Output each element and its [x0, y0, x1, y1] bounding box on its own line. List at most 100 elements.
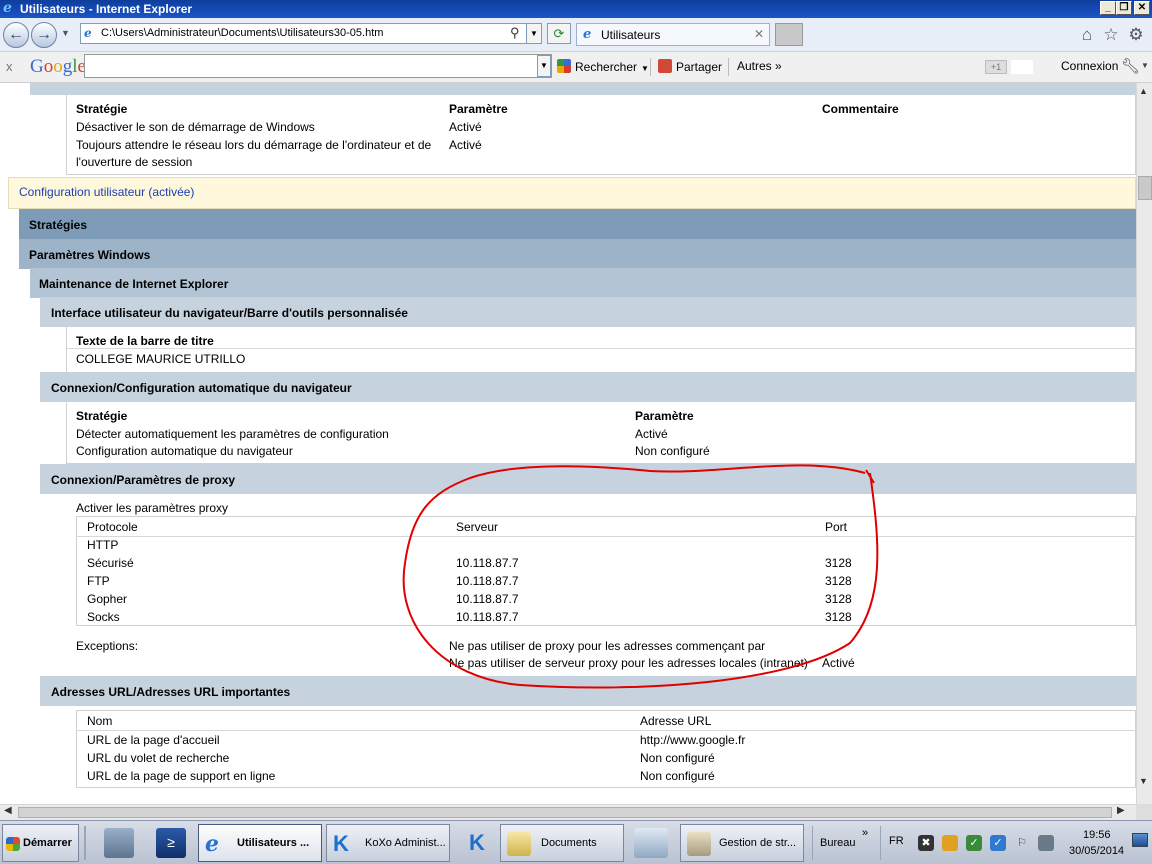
gear-icon[interactable]: ⚙: [1126, 25, 1146, 45]
scroll-up-icon[interactable]: ▲: [1139, 86, 1148, 96]
home-icon[interactable]: ⌂: [1077, 25, 1097, 45]
row-divider: [66, 348, 1136, 349]
row-divider: [76, 730, 1136, 731]
powershell-icon[interactable]: ≥: [156, 828, 186, 858]
connexion-button[interactable]: Connexion: [1061, 59, 1118, 73]
table-cell: 10.118.87.7: [456, 574, 519, 588]
back-icon[interactable]: ←: [3, 22, 29, 48]
titlebar-value: COLLEGE MAURICE UTRILLO: [76, 352, 246, 366]
table-cell: 3128: [825, 556, 852, 570]
history-dropdown-icon[interactable]: ▼: [61, 28, 70, 38]
display-tray-icon[interactable]: [1038, 835, 1054, 851]
maximize-button[interactable]: ❐: [1116, 1, 1132, 15]
plus-one-button[interactable]: +1: [985, 60, 1007, 74]
taskbar-koxo[interactable]: K KoXo Administ...: [326, 824, 450, 862]
table-cell: Activé: [449, 138, 482, 152]
notepad-icon[interactable]: [634, 828, 668, 858]
table-cell: URL du volet de recherche: [87, 751, 230, 765]
google-toolbar: x Google ▼ Rechercher ▼ Partager Autres »…: [0, 52, 1152, 83]
ie-maintenance-band[interactable]: Maintenance de Internet Explorer: [30, 268, 1136, 298]
ie-logo-icon: e: [3, 0, 12, 16]
tab-utilisateurs[interactable]: e Utilisateurs ✕: [576, 23, 770, 46]
clock-time[interactable]: 19:56: [1083, 829, 1111, 841]
taskbar-gestion[interactable]: Gestion de str...: [680, 824, 804, 862]
titlebar-table: [66, 327, 1136, 373]
table-cell: Détecter automatiquement les paramètres …: [76, 427, 389, 441]
proxy-band[interactable]: Connexion/Paramètres de proxy: [40, 464, 1136, 494]
search-icon[interactable]: ⚲: [510, 25, 520, 41]
table-cell: Sécurisé: [87, 556, 134, 570]
star-icon[interactable]: ☆: [1101, 25, 1121, 45]
table-cell: Désactiver le son de démarrage de Window…: [76, 120, 315, 134]
col-header-parametre: Paramètre: [449, 102, 508, 116]
ui-toolbar-band[interactable]: Interface utilisateur du navigateur/Barr…: [40, 297, 1136, 327]
table-cell: Activé: [449, 120, 482, 134]
bureau-toolbar[interactable]: Bureau: [820, 837, 855, 849]
google-search-dropdown-icon[interactable]: ▼: [537, 55, 551, 77]
vertical-scroll-thumb[interactable]: [1138, 176, 1152, 200]
col-header-strategie: Stratégie: [76, 409, 128, 423]
shield-tray-icon[interactable]: ✓: [966, 835, 982, 851]
col-header-commentaire: Commentaire: [822, 102, 899, 116]
show-desktop-icon[interactable]: [1132, 833, 1148, 847]
clock-date[interactable]: 30/05/2014: [1069, 845, 1124, 857]
bureau-chevron-icon[interactable]: »: [862, 827, 868, 839]
folder-icon: [507, 832, 531, 856]
col-header-strategie: Stratégie: [76, 102, 128, 116]
koxo-tool-icon[interactable]: K: [462, 828, 492, 858]
col-header-port: Port: [825, 520, 848, 534]
url-input[interactable]: e C:\Users\Administrateur\Documents\Util…: [80, 23, 542, 44]
wrench-icon[interactable]: 🔧︎: [1121, 57, 1140, 75]
rechercher-button[interactable]: Rechercher ▼: [557, 59, 649, 74]
plus-one-count: [1011, 60, 1033, 74]
scroll-down-icon[interactable]: ▼: [1139, 776, 1148, 786]
server-manager-icon[interactable]: [104, 828, 134, 858]
minimize-button[interactable]: _: [1100, 1, 1116, 15]
scroll-right-icon[interactable]: ▶: [1117, 805, 1125, 816]
strategies-band[interactable]: Stratégies: [19, 209, 1136, 239]
google-search-input[interactable]: [84, 54, 552, 78]
col-header-protocole: Protocole: [87, 520, 138, 534]
url-text: C:\Users\Administrateur\Documents\Utilis…: [101, 27, 384, 39]
wrench-dropdown-icon[interactable]: ▼: [1141, 61, 1149, 70]
network-tray-icon[interactable]: ✖: [918, 835, 934, 851]
urls-band[interactable]: Adresses URL/Adresses URL importantes: [40, 676, 1136, 706]
autoconfig-band[interactable]: Connexion/Configuration automatique du n…: [40, 372, 1136, 402]
new-tab-button[interactable]: [775, 23, 803, 46]
flag-tray-icon[interactable]: ⚐: [1014, 835, 1030, 851]
security-tray-icon[interactable]: [942, 835, 958, 851]
scroll-left-icon[interactable]: ◀: [4, 805, 12, 816]
start-button[interactable]: Démarrer: [2, 824, 79, 862]
vertical-scrollbar[interactable]: ▲ ▼: [1136, 83, 1152, 804]
tab-ie-icon: e: [583, 27, 592, 42]
taskbar-separator: [84, 826, 86, 860]
user-config-heading[interactable]: Configuration utilisateur (activée): [8, 177, 1136, 209]
partager-button[interactable]: Partager: [658, 59, 722, 74]
language-indicator[interactable]: FR: [889, 835, 904, 847]
exceptions-line-2: Ne pas utiliser de serveur proxy pour le…: [449, 656, 808, 670]
autres-button[interactable]: Autres »: [737, 59, 782, 73]
refresh-icon[interactable]: ⟳: [547, 23, 571, 44]
window-title: Utilisateurs - Internet Explorer: [20, 2, 193, 16]
taskbar-documents[interactable]: Documents: [500, 824, 624, 862]
table-cell: 3128: [825, 574, 852, 588]
section-band-top: [30, 83, 1136, 95]
taskbar-separator: [812, 826, 813, 860]
close-toolbar-icon[interactable]: x: [6, 59, 13, 74]
windows-settings-band[interactable]: Paramètres Windows: [19, 239, 1136, 269]
toolbar-separator: [728, 58, 729, 76]
tab-close-icon[interactable]: ✕: [754, 27, 764, 41]
google-logo: Google: [30, 56, 86, 77]
proxy-enable-label: Activer les paramètres proxy: [76, 501, 229, 515]
toolbar-separator: [650, 58, 651, 76]
horizontal-scrollbar[interactable]: ◀ ▶: [0, 804, 1136, 820]
row-divider: [76, 536, 1136, 537]
taskbar: Démarrer ≥ e Utilisateurs ... K KoXo Adm…: [0, 820, 1152, 864]
close-window-button[interactable]: ✕: [1134, 1, 1150, 15]
url-dropdown-icon[interactable]: ▼: [526, 23, 542, 44]
update-tray-icon[interactable]: ✓: [990, 835, 1006, 851]
horizontal-scroll-thumb[interactable]: [18, 807, 1112, 818]
table-cell: 10.118.87.7: [456, 610, 519, 624]
taskbar-utilisateurs[interactable]: e Utilisateurs ...: [198, 824, 322, 862]
forward-icon[interactable]: →: [31, 22, 57, 48]
